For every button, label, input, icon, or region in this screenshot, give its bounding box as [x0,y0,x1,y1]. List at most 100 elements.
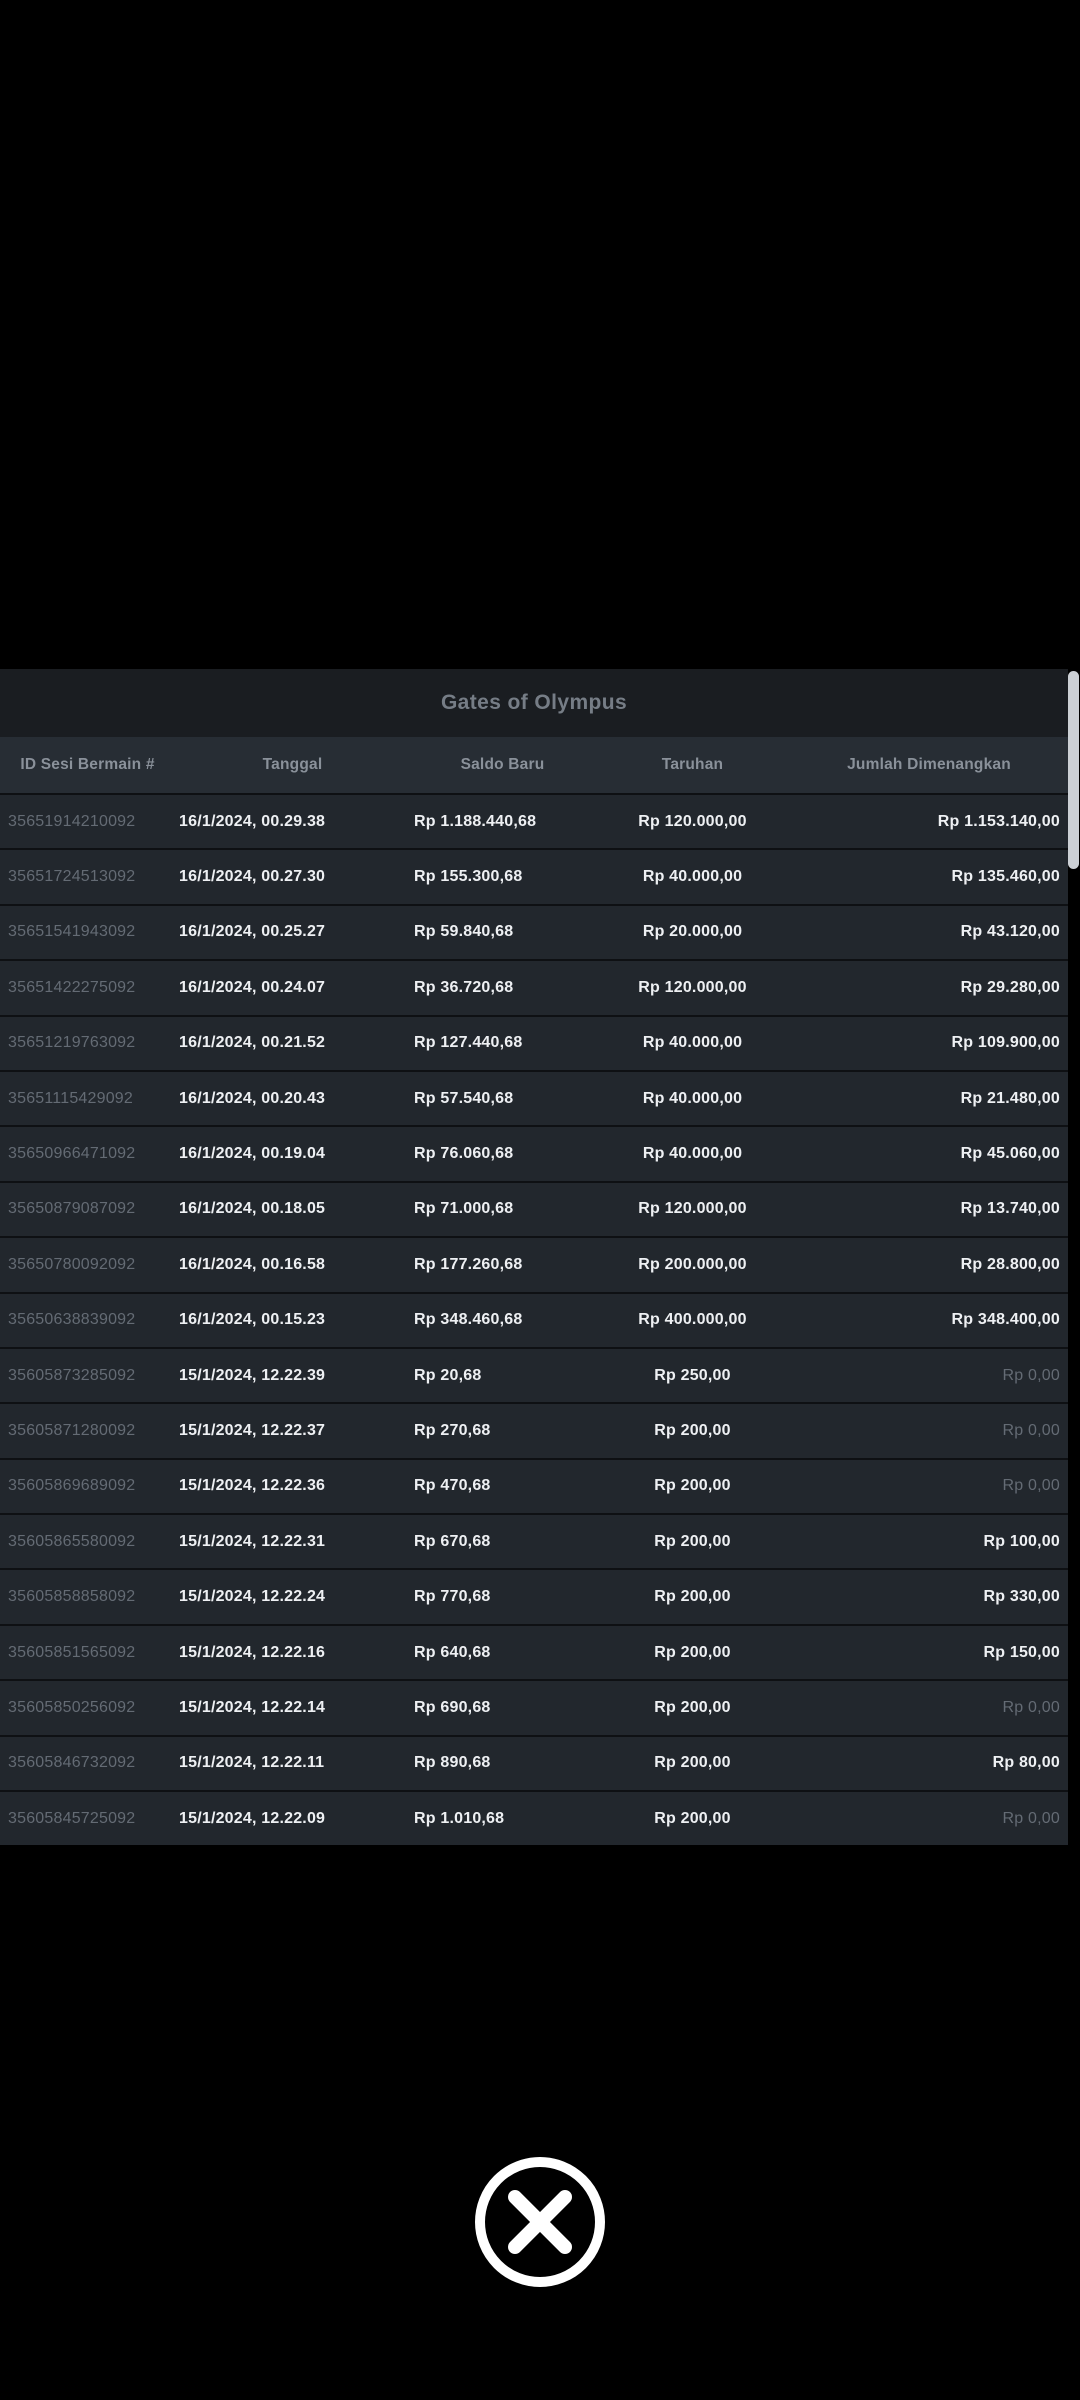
column-header-taruhan: Taruhan [661,756,724,773]
table-row: 35651914210092 16/1/2024, 00.29.38 Rp 1.18… [0,793,1068,849]
cell-tanggal: 16/1/2024, 00.29.38 [179,812,326,830]
cell-saldo: Rp 71.000,68 [414,1200,514,1218]
cell-tanggal: 16/1/2024, 00.21.52 [179,1034,326,1052]
cell-id: 35651724513092 [8,868,136,886]
cell-saldo: Rp 57.540,68 [414,1089,514,1107]
cell-taruhan: Rp 200,00 [654,1698,731,1716]
cell-jumlah: Rp 330,00 [983,1588,1060,1606]
cell-jumlah: Rp 135.460,00 [951,868,1060,886]
cell-taruhan: Rp 400.000,00 [638,1311,747,1329]
cell-id: 35651541943092 [8,923,136,941]
cell-jumlah: Rp 0,00 [1002,1809,1060,1827]
table-row: 35605865580092 15/1/2024, 12.22.31 Rp 670,… [0,1513,1068,1569]
cell-id: 35651422275092 [8,978,136,996]
cell-taruhan: Rp 200,00 [654,1421,731,1439]
cell-id: 35651115429092 [8,1089,134,1107]
cell-jumlah: Rp 0,00 [1002,1698,1060,1716]
table-row: 35651115429092 16/1/2024, 00.20.43 Rp 57.5… [0,1069,1068,1126]
cell-tanggal: 16/1/2024, 00.19.04 [179,1145,326,1163]
cell-jumlah: Rp 0,00 [1002,1421,1060,1439]
cell-jumlah: Rp 80,00 [992,1754,1060,1772]
cell-tanggal: 16/1/2024, 00.25.27 [179,923,326,941]
cell-id: 35651914210092 [8,812,136,830]
column-header-id: ID Sesi Bermain # [20,756,155,773]
cell-id: 35650780092092 [8,1255,136,1273]
cell-saldo: Rp 127.440,68 [414,1034,523,1052]
cell-taruhan: Rp 200,00 [654,1532,731,1550]
cell-tanggal: 15/1/2024, 12.22.24 [179,1588,326,1606]
cell-saldo: Rp 470,68 [414,1477,491,1495]
cell-jumlah: Rp 1.153.140,00 [937,812,1060,830]
cell-tanggal: 15/1/2024, 12.22.39 [179,1366,326,1384]
table-row: 35605846732092 15/1/2024, 12.22.11 Rp 890,… [0,1734,1068,1791]
game-title: Gates of Olympus [440,691,628,714]
cell-tanggal: 15/1/2024, 12.22.36 [179,1477,326,1495]
table-row: 35650638839092 16/1/2024, 00.15.23 Rp 348.… [0,1291,1068,1347]
cell-taruhan: Rp 120.000,00 [638,812,747,830]
cell-id: 35605846732092 [8,1754,136,1772]
cell-tanggal: 16/1/2024, 00.18.05 [179,1200,326,1218]
cell-id: 35605869689092 [8,1477,136,1495]
cell-id: 35605851565092 [8,1643,136,1661]
table-row: 35651422275092 16/1/2024, 00.24.07 Rp 36.7… [0,959,1068,1015]
cell-jumlah: Rp 45.060,00 [960,1145,1060,1163]
cell-saldo: Rp 36.720,68 [414,978,514,996]
cell-tanggal: 16/1/2024, 00.15.23 [179,1311,326,1329]
cell-saldo: Rp 670,68 [414,1532,491,1550]
cell-tanggal: 15/1/2024, 12.22.37 [179,1421,326,1439]
cell-taruhan: Rp 120.000,00 [638,978,747,996]
table-row: 35605869689092 15/1/2024, 12.22.36 Rp 470,… [0,1457,1068,1514]
cell-jumlah: Rp 109.900,00 [951,1034,1060,1052]
table-row: 35651219763092 16/1/2024, 00.21.52 Rp 127.… [0,1014,1068,1070]
cell-saldo: Rp 59.840,68 [414,923,514,941]
column-header-saldo: Saldo Baru [460,756,545,773]
cell-jumlah: Rp 0,00 [1002,1477,1060,1495]
cell-taruhan: Rp 250,00 [654,1366,731,1384]
table-row: 35605845725092 15/1/2024, 12.22.09 Rp 1.01… [0,1790,1068,1846]
table-row: 35605871280092 15/1/2024, 12.22.37 Rp 270,… [0,1402,1068,1458]
cell-taruhan: Rp 20.000,00 [642,923,743,941]
table-row: 35650966471092 16/1/2024, 00.19.04 Rp 76.0… [0,1125,1068,1181]
column-header-tanggal: Tanggal [262,756,323,773]
cell-taruhan: Rp 200,00 [654,1477,731,1495]
cell-taruhan: Rp 120.000,00 [638,1200,747,1218]
cell-tanggal: 16/1/2024, 00.20.43 [179,1089,326,1107]
table-row: 35605850256092 15/1/2024, 12.22.14 Rp 690,… [0,1679,1068,1735]
cell-saldo: Rp 640,68 [414,1643,491,1661]
scrollbar-thumb[interactable] [1068,671,1079,869]
cell-taruhan: Rp 200.000,00 [638,1255,747,1273]
cell-id: 35651219763092 [8,1034,136,1052]
cell-taruhan: Rp 40.000,00 [642,1034,743,1052]
cell-taruhan: Rp 200,00 [654,1754,731,1772]
table-row: 35651541943092 16/1/2024, 00.25.27 Rp 59.8… [0,903,1068,960]
cell-tanggal: 16/1/2024, 00.27.30 [179,868,326,886]
cell-tanggal: 15/1/2024, 12.22.16 [179,1643,326,1661]
cell-id: 35650879087092 [8,1200,136,1218]
cell-jumlah: Rp 100,00 [983,1532,1060,1550]
cell-tanggal: 15/1/2024, 12.22.31 [179,1532,326,1550]
cell-id: 35605858858092 [8,1588,136,1606]
x-circle-icon [475,2157,605,2287]
close-button[interactable] [474,2156,606,2288]
cell-jumlah: Rp 348.400,00 [951,1311,1060,1329]
cell-taruhan: Rp 200,00 [654,1809,731,1827]
cell-saldo: Rp 1.010,68 [414,1809,505,1827]
cell-jumlah: Rp 43.120,00 [960,923,1060,941]
history-table-body[interactable]: 35651914210092 16/1/2024, 00.29.38 Rp 1.18… [0,793,1068,1846]
cell-jumlah: Rp 0,00 [1002,1366,1060,1384]
cell-id: 35650638839092 [8,1311,136,1329]
cell-jumlah: Rp 28.800,00 [960,1255,1060,1273]
cell-id: 35605865580092 [8,1532,136,1550]
column-header-jumlah: Jumlah Dimenangkan [847,756,1011,773]
game-history-modal: Gates of Olympus ID Sesi Bermain # Tangga… [0,669,1068,1846]
cell-saldo: Rp 270,68 [414,1421,491,1439]
cell-id: 35605845725092 [8,1809,136,1827]
cell-id: 35605871280092 [8,1421,136,1439]
cell-taruhan: Rp 200,00 [654,1588,731,1606]
table-header-row: ID Sesi Bermain # Tanggal Saldo Baru Taruha… [0,737,1068,793]
cell-tanggal: 16/1/2024, 00.16.58 [179,1255,326,1273]
cell-saldo: Rp 76.060,68 [414,1145,514,1163]
cell-id: 35650966471092 [8,1145,136,1163]
cell-saldo: Rp 890,68 [414,1754,491,1772]
cell-jumlah: Rp 13.740,00 [960,1200,1060,1218]
